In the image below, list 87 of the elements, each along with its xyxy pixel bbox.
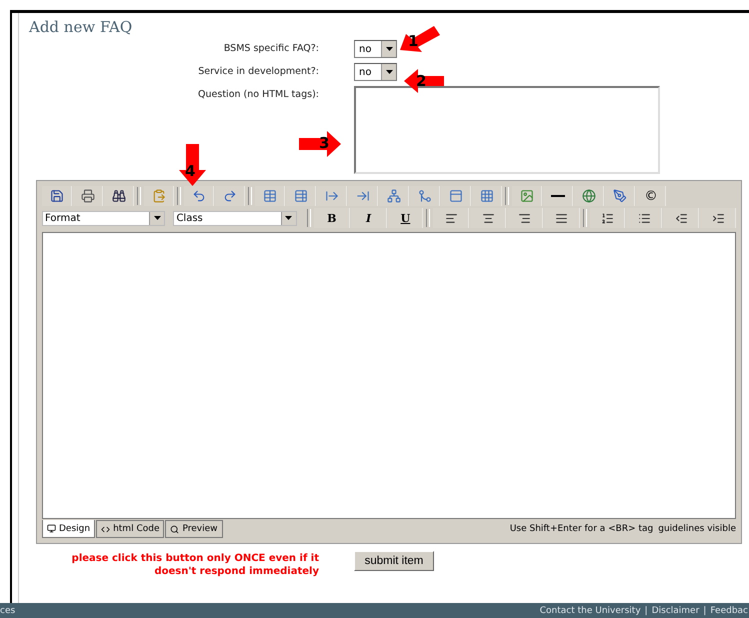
- annotation-number: 4: [185, 164, 196, 179]
- warning-text: please click this button only ONCE even if it doesn't respond immediately: [70, 552, 319, 578]
- print-icon: [81, 189, 95, 203]
- arrow-icon: [400, 26, 440, 52]
- table-button[interactable]: [255, 186, 285, 206]
- arrow-icon: [299, 131, 341, 157]
- horizontal-line-icon: [551, 195, 565, 197]
- class-dropdown[interactable]: Class: [173, 210, 297, 226]
- pen-button[interactable]: [605, 186, 635, 206]
- arrow-icon: [179, 144, 206, 186]
- caret-icon: [386, 47, 392, 51]
- field-label: Service in development?:: [198, 65, 319, 79]
- submit-button[interactable]: submit item: [354, 551, 434, 571]
- align-left-button[interactable]: [433, 208, 470, 228]
- binoculars-button[interactable]: [104, 186, 134, 206]
- separator-text: |: [644, 606, 648, 616]
- paste-icon: [152, 189, 166, 203]
- editor-tab[interactable]: Design: [42, 520, 96, 538]
- print-button[interactable]: [73, 186, 103, 206]
- arrow-icon: [404, 69, 444, 93]
- editor-tab[interactable]: html Code: [96, 520, 164, 538]
- outdent-button[interactable]: [663, 208, 700, 228]
- caret-icon: [386, 70, 392, 74]
- code-icon: [101, 524, 110, 534]
- editor-tab[interactable]: Preview: [165, 520, 223, 538]
- horizontal-line-button[interactable]: [543, 186, 573, 206]
- caret-icon: [154, 216, 161, 220]
- numbered-list-icon: [601, 212, 614, 224]
- save-button[interactable]: [42, 186, 72, 206]
- align-center-icon: [482, 212, 495, 224]
- bullet-list-button[interactable]: [626, 208, 662, 228]
- table-icon: [263, 189, 277, 203]
- bullet-list-icon: [638, 212, 651, 224]
- field-label: BSMS specific FAQ?:: [224, 42, 319, 56]
- indent-icon: [712, 212, 725, 224]
- align-justify-icon: [555, 212, 568, 224]
- frame-button[interactable]: [441, 186, 471, 206]
- hint-text: Use Shift+Enter for a <BR> tag: [510, 524, 654, 534]
- paste-button[interactable]: [144, 186, 174, 206]
- dropdown[interactable]: no: [354, 63, 397, 81]
- footer-link[interactable]: Contact the University: [540, 606, 641, 616]
- annotation-number: 1: [408, 34, 418, 49]
- align-center-button[interactable]: [470, 208, 506, 228]
- copyright-button[interactable]: ©: [636, 186, 666, 206]
- grid-icon: [480, 189, 494, 203]
- magnifier-icon: [170, 524, 180, 534]
- frame-icon: [449, 189, 463, 203]
- format-dropdown[interactable]: Format: [42, 210, 166, 226]
- undo-icon: [192, 189, 206, 203]
- numbered-list-button[interactable]: [590, 208, 626, 228]
- page-title: Add new FAQ: [29, 17, 134, 37]
- save-icon: [50, 189, 64, 203]
- footer-link[interactable]: Disclaimer: [652, 606, 700, 616]
- globe-link-button[interactable]: [574, 186, 604, 206]
- grid-button[interactable]: [472, 186, 502, 206]
- insert-column-button[interactable]: [348, 186, 378, 206]
- footer-text: ces: [0, 606, 16, 616]
- outdent-icon: [674, 212, 688, 224]
- align-left-icon: [444, 212, 458, 224]
- table-edit-button[interactable]: [286, 186, 316, 206]
- redo-icon: [223, 189, 237, 203]
- annotation-number: 3: [319, 136, 330, 151]
- indent-button[interactable]: [700, 208, 736, 228]
- text-style-button[interactable]: I: [350, 208, 387, 228]
- merge-cell-button[interactable]: [410, 186, 440, 206]
- align-justify-button[interactable]: [544, 208, 580, 228]
- image-icon: [520, 189, 534, 203]
- separator-text: |: [703, 606, 706, 616]
- field-label: Question (no HTML tags):: [198, 88, 319, 102]
- undo-button[interactable]: [184, 186, 214, 206]
- footer-link[interactable]: Feedbac: [710, 606, 748, 616]
- annotation-number: 2: [416, 74, 426, 89]
- guidelines-toggle[interactable]: guidelines visible: [658, 524, 736, 534]
- globe-link-icon: [582, 189, 596, 203]
- text-style-button[interactable]: B: [314, 208, 350, 228]
- caret-icon: [285, 216, 292, 220]
- align-right-icon: [518, 212, 532, 224]
- insert-row-button[interactable]: [317, 186, 347, 206]
- align-right-button[interactable]: [506, 208, 543, 228]
- split-cell-button[interactable]: [379, 186, 409, 206]
- redo-button[interactable]: [215, 186, 245, 206]
- question-field[interactable]: [354, 86, 660, 174]
- binoculars-icon: [112, 189, 126, 203]
- monitor-icon: [47, 524, 56, 533]
- dropdown[interactable]: no: [354, 40, 397, 58]
- text-style-button[interactable]: U: [388, 208, 424, 228]
- pen-icon: [613, 189, 627, 203]
